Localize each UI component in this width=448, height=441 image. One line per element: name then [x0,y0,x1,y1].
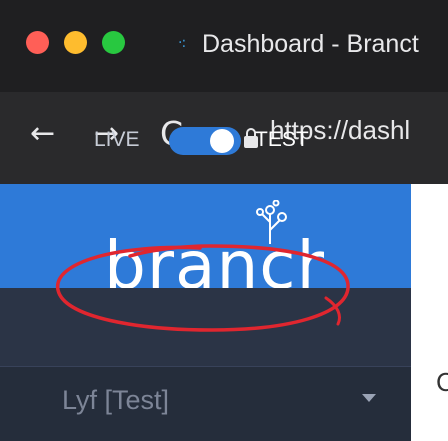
right-pane-text: C [436,367,448,397]
sidebar-header: branch [0,184,411,296]
sidebar: branch Lyf [Test] [0,184,411,441]
live-mode-label[interactable]: LIVE [94,126,140,154]
tab-title[interactable]: Dashboard - Branct [202,26,419,62]
toggle-knob [210,129,234,153]
page-content: branch Lyf [Test] C [0,184,448,441]
branch-favicon-icon: ·: [178,35,186,51]
minimize-window-button[interactable] [64,31,87,54]
mode-toggle-row [0,288,411,366]
test-mode-label[interactable]: TEST [255,126,309,154]
chevron-down-icon[interactable] [362,394,376,402]
branch-logo[interactable]: branch [104,236,324,296]
branch-tree-icon [256,200,287,244]
zoom-window-button[interactable] [102,31,125,54]
app-selector[interactable]: Lyf [Test] [0,366,411,441]
back-button[interactable]: ← [30,114,55,154]
app-selector-value: Lyf [Test] [62,385,170,415]
close-window-button[interactable] [26,31,49,54]
title-bar: ·: Dashboard - Branct [0,0,448,92]
